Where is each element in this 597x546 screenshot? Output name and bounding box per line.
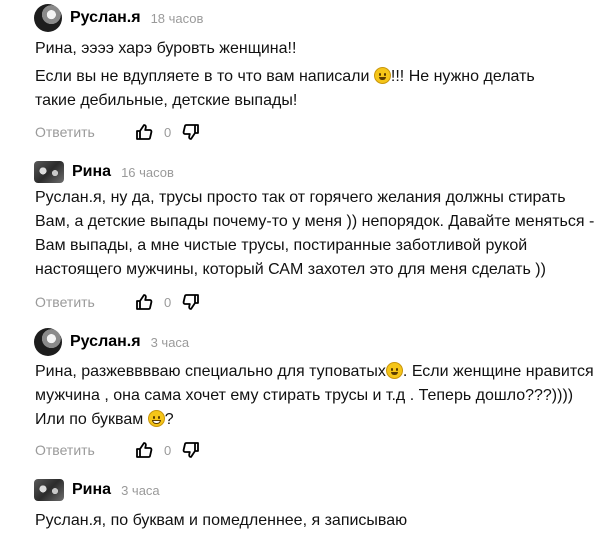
avatar[interactable]: [34, 328, 62, 356]
comment-header: Рина 16 часов: [34, 157, 174, 187]
comment-text: Если вы не вдупляете в то что вам написа…: [35, 65, 580, 113]
thumbs-up-icon[interactable]: [135, 441, 153, 459]
vote-count: 0: [164, 294, 172, 310]
comment-actions: Ответить 0: [35, 291, 200, 313]
comment-text: Рина, разжевввваю специально для туповат…: [35, 360, 595, 432]
avatar[interactable]: [34, 4, 62, 32]
text-segment: Или по буквам: [35, 411, 148, 428]
reply-button[interactable]: Ответить: [35, 442, 135, 458]
comment-header: Рина 3 часа: [34, 475, 160, 505]
comment-text: Рина, ээээ харэ буровть женщина!!: [35, 40, 297, 57]
comment-text: Руслан.я, по буквам и помедленнее, я зап…: [35, 512, 408, 529]
timestamp: 18 часов: [150, 10, 204, 26]
thumbs-up-icon[interactable]: [135, 123, 153, 141]
author-name[interactable]: Рина: [72, 163, 111, 181]
avatar[interactable]: [34, 479, 64, 501]
grinning-face-icon: [373, 67, 391, 84]
avatar[interactable]: [34, 161, 64, 183]
thumbs-down-icon[interactable]: [182, 293, 200, 311]
laughing-face-icon: [147, 410, 165, 427]
vote-count: 0: [164, 124, 172, 140]
author-name[interactable]: Руслан.я: [70, 9, 141, 27]
thumbs-up-icon[interactable]: [135, 293, 153, 311]
timestamp: 3 часа: [121, 482, 160, 498]
comment-actions: Ответить 0: [35, 439, 200, 461]
author-name[interactable]: Руслан.я: [70, 333, 141, 351]
comment-header: Руслан.я 3 часа: [34, 327, 189, 357]
reply-button[interactable]: Ответить: [35, 124, 135, 140]
comment-thread: Руслан.я 18 часов Рина, ээээ харэ буровт…: [0, 0, 597, 546]
comment-actions: Ответить 0: [35, 121, 200, 143]
author-name[interactable]: Рина: [72, 481, 111, 499]
timestamp: 3 часа: [150, 334, 190, 350]
timestamp: 16 часов: [121, 164, 174, 180]
text-segment: ?: [164, 411, 174, 428]
reply-button[interactable]: Ответить: [35, 294, 135, 310]
thumbs-down-icon[interactable]: [182, 123, 200, 141]
comment-header: Руслан.я 18 часов: [34, 3, 203, 33]
text-segment: Если вы не вдупляете в то что вам написа…: [35, 68, 374, 85]
text-segment: Рина, разжевввваю специально для туповат…: [35, 363, 386, 380]
grinning-face-icon: [385, 362, 403, 379]
vote-count: 0: [164, 442, 172, 458]
comment-text: Руслан.я, ну да, трусы просто так от гор…: [35, 189, 595, 278]
thumbs-down-icon[interactable]: [182, 441, 200, 459]
